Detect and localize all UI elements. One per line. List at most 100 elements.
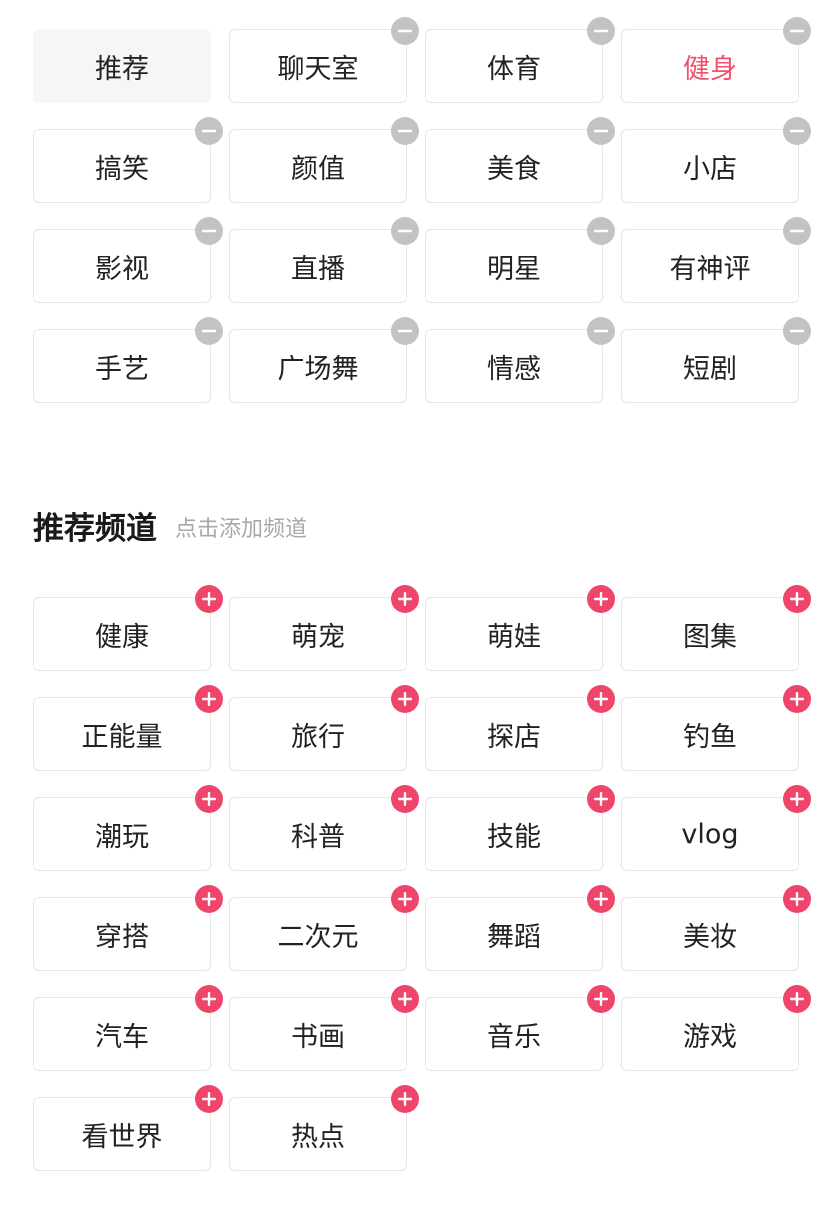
- channel-tile[interactable]: 萌娃: [425, 597, 603, 671]
- plus-icon: [790, 692, 804, 706]
- remove-channel-button[interactable]: [391, 317, 419, 345]
- add-channel-button[interactable]: [195, 585, 223, 613]
- add-channel-button[interactable]: [587, 885, 615, 913]
- channel-tile[interactable]: 看世界: [33, 1097, 211, 1171]
- add-channel-button[interactable]: [587, 785, 615, 813]
- add-channel-button[interactable]: [587, 985, 615, 1013]
- remove-channel-button[interactable]: [783, 117, 811, 145]
- channel-tile[interactable]: 潮玩: [33, 797, 211, 871]
- channel-tile[interactable]: 探店: [425, 697, 603, 771]
- add-channel-button[interactable]: [391, 685, 419, 713]
- channel-label: 潮玩: [95, 821, 149, 853]
- channel-tile[interactable]: 热点: [229, 1097, 407, 1171]
- channel-tile[interactable]: 明星: [425, 229, 603, 303]
- remove-channel-button[interactable]: [195, 117, 223, 145]
- channel-tile[interactable]: 钓鱼: [621, 697, 799, 771]
- remove-channel-button[interactable]: [587, 217, 615, 245]
- remove-channel-button[interactable]: [783, 217, 811, 245]
- add-channel-button[interactable]: [783, 685, 811, 713]
- channel-tile[interactable]: 图集: [621, 597, 799, 671]
- add-channel-button[interactable]: [195, 885, 223, 913]
- channel-tile[interactable]: 体育: [425, 29, 603, 103]
- channel-tile[interactable]: 旅行: [229, 697, 407, 771]
- add-channel-button[interactable]: [195, 785, 223, 813]
- channel-tile[interactable]: 短剧: [621, 329, 799, 403]
- add-channel-button[interactable]: [783, 885, 811, 913]
- channel-label: 小店: [683, 153, 737, 185]
- add-channel-button[interactable]: [195, 1085, 223, 1113]
- channel-tile[interactable]: 穿搭: [33, 897, 211, 971]
- remove-channel-button[interactable]: [783, 317, 811, 345]
- channel-label: 体育: [487, 53, 541, 85]
- remove-channel-button[interactable]: [783, 17, 811, 45]
- channel-tile[interactable]: 有神评: [621, 229, 799, 303]
- channel-tile[interactable]: vlog: [621, 797, 799, 871]
- add-channel-button[interactable]: [391, 1085, 419, 1113]
- channel-tile[interactable]: 美妆: [621, 897, 799, 971]
- add-channel-button[interactable]: [195, 985, 223, 1013]
- plus-icon: [202, 992, 216, 1006]
- plus-icon: [790, 792, 804, 806]
- remove-channel-button[interactable]: [195, 217, 223, 245]
- channel-label: 萌宠: [291, 621, 345, 653]
- remove-channel-button[interactable]: [587, 317, 615, 345]
- channel-tile[interactable]: 书画: [229, 997, 407, 1071]
- channel-tile[interactable]: 广场舞: [229, 329, 407, 403]
- channel-label: 健身: [683, 53, 737, 85]
- channel-tile[interactable]: 搞笑: [33, 129, 211, 203]
- channel-tile[interactable]: 二次元: [229, 897, 407, 971]
- minus-icon: [790, 229, 804, 233]
- channel-label: 萌娃: [487, 621, 541, 653]
- add-channel-button[interactable]: [783, 985, 811, 1013]
- channel-label: 情感: [487, 353, 541, 385]
- channel-tile[interactable]: 推荐: [33, 29, 211, 103]
- channel-tile[interactable]: 萌宠: [229, 597, 407, 671]
- channel-tile[interactable]: 小店: [621, 129, 799, 203]
- add-channel-button[interactable]: [391, 585, 419, 613]
- add-channel-button[interactable]: [391, 785, 419, 813]
- channel-tile[interactable]: 颜值: [229, 129, 407, 203]
- channel-tile[interactable]: 游戏: [621, 997, 799, 1071]
- remove-channel-button[interactable]: [391, 117, 419, 145]
- channel-tile[interactable]: 技能: [425, 797, 603, 871]
- plus-icon: [594, 792, 608, 806]
- minus-icon: [790, 129, 804, 133]
- channel-tile[interactable]: 健康: [33, 597, 211, 671]
- channel-tile[interactable]: 汽车: [33, 997, 211, 1071]
- channel-label: 聊天室: [277, 53, 359, 85]
- channel-label: 推荐: [95, 53, 149, 85]
- channel-label: 热点: [291, 1121, 345, 1153]
- add-channel-button[interactable]: [587, 585, 615, 613]
- channel-label: 二次元: [277, 921, 359, 953]
- channel-label: 图集: [683, 621, 737, 653]
- channel-tile[interactable]: 情感: [425, 329, 603, 403]
- add-channel-button[interactable]: [587, 685, 615, 713]
- section-title: 推荐频道: [33, 510, 157, 547]
- add-channel-button[interactable]: [783, 785, 811, 813]
- channel-tile[interactable]: 音乐: [425, 997, 603, 1071]
- channel-tile[interactable]: 直播: [229, 229, 407, 303]
- channel-tile[interactable]: 聊天室: [229, 29, 407, 103]
- channel-tile[interactable]: 美食: [425, 129, 603, 203]
- channel-tile[interactable]: 舞蹈: [425, 897, 603, 971]
- remove-channel-button[interactable]: [391, 217, 419, 245]
- add-channel-button[interactable]: [783, 585, 811, 613]
- add-channel-button[interactable]: [391, 985, 419, 1013]
- plus-icon: [398, 692, 412, 706]
- minus-icon: [790, 329, 804, 333]
- channel-tile[interactable]: 科普: [229, 797, 407, 871]
- channel-tile[interactable]: 影视: [33, 229, 211, 303]
- add-channel-button[interactable]: [195, 685, 223, 713]
- remove-channel-button[interactable]: [195, 317, 223, 345]
- recommended-section-header: 推荐频道 点击添加频道: [33, 500, 307, 550]
- minus-icon: [398, 29, 412, 33]
- channel-label: 游戏: [683, 1021, 737, 1053]
- channel-tile[interactable]: 健身: [621, 29, 799, 103]
- channel-tile[interactable]: 正能量: [33, 697, 211, 771]
- remove-channel-button[interactable]: [587, 117, 615, 145]
- add-channel-button[interactable]: [391, 885, 419, 913]
- plus-icon: [398, 892, 412, 906]
- remove-channel-button[interactable]: [587, 17, 615, 45]
- channel-tile[interactable]: 手艺: [33, 329, 211, 403]
- remove-channel-button[interactable]: [391, 17, 419, 45]
